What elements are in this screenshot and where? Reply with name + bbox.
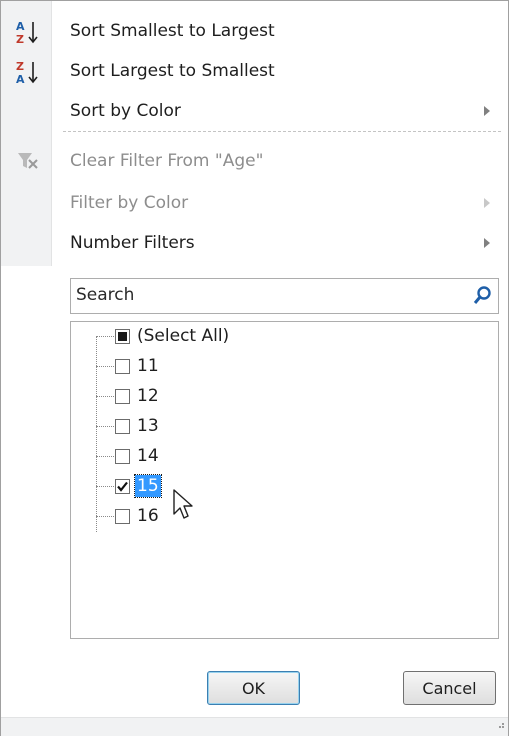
clear-filter-icon xyxy=(17,151,39,176)
sort-by-color-label: Sort by Color xyxy=(70,101,181,121)
list-item[interactable]: 15 xyxy=(71,474,491,499)
svg-text:Z: Z xyxy=(16,60,24,73)
submenu-arrow-icon xyxy=(484,198,490,208)
filter-dropdown-panel: A Z Sort Smallest to Largest Z A Sort La… xyxy=(0,0,509,736)
list-item[interactable]: 11 xyxy=(71,355,491,379)
list-item[interactable]: 14 xyxy=(71,445,491,469)
partial-check-mark xyxy=(118,332,127,341)
svg-text:A: A xyxy=(16,73,25,86)
cancel-button[interactable]: Cancel xyxy=(403,671,496,705)
number-filters-item[interactable]: Number Filters xyxy=(1,223,508,263)
select-all-row[interactable]: (Select All) xyxy=(71,325,491,349)
clear-filter-item: Clear Filter From "Age" xyxy=(1,141,508,181)
resize-footer xyxy=(1,717,508,736)
svg-text:Z: Z xyxy=(16,33,24,46)
list-item-label: 12 xyxy=(137,386,159,406)
check-mark-icon xyxy=(117,481,128,492)
filter-by-color-label: Filter by Color xyxy=(70,193,189,213)
list-item-label: 13 xyxy=(137,416,159,436)
sort-largest-to-smallest-label: Sort Largest to Smallest xyxy=(70,61,275,81)
list-item-checkbox[interactable] xyxy=(115,479,130,494)
sort-by-color-item[interactable]: Sort by Color xyxy=(1,91,508,131)
list-item-checkbox[interactable] xyxy=(115,389,130,404)
sort-z-to-a-icon: Z A xyxy=(15,58,41,91)
resize-grip-icon[interactable] xyxy=(495,714,505,734)
list-item-label: 11 xyxy=(137,356,159,376)
sort-smallest-to-largest-item[interactable]: A Z Sort Smallest to Largest xyxy=(1,11,508,51)
list-item[interactable]: 16 xyxy=(71,505,491,529)
list-item-checkbox[interactable] xyxy=(115,509,130,524)
list-item[interactable]: 12 xyxy=(71,385,491,409)
select-all-checkbox[interactable] xyxy=(115,329,130,344)
sort-a-to-z-icon: A Z xyxy=(15,18,41,51)
list-item[interactable]: 13 xyxy=(71,415,491,439)
submenu-arrow-icon xyxy=(484,238,490,248)
list-item-label: 16 xyxy=(137,506,159,526)
filter-by-color-item: Filter by Color xyxy=(1,183,508,223)
list-item-label: 14 xyxy=(137,446,159,466)
number-filters-label: Number Filters xyxy=(70,233,195,253)
search-box xyxy=(70,278,499,314)
list-item-checkbox[interactable] xyxy=(115,419,130,434)
search-input[interactable] xyxy=(74,282,458,308)
list-item-label: (Select All) xyxy=(137,326,230,346)
list-item-label: 15 xyxy=(134,474,162,498)
sort-largest-to-smallest-item[interactable]: Z A Sort Largest to Smallest xyxy=(1,51,508,91)
mouse-pointer-icon xyxy=(172,488,194,527)
list-item-checkbox[interactable] xyxy=(115,359,130,374)
sort-smallest-to-largest-label: Sort Smallest to Largest xyxy=(70,21,275,41)
list-item-checkbox[interactable] xyxy=(115,449,130,464)
svg-text:A: A xyxy=(16,20,25,33)
value-checklist: (Select All) 11 12 13 14 15 16 xyxy=(70,321,499,639)
search-icon[interactable] xyxy=(473,285,493,310)
ok-button[interactable]: OK xyxy=(207,671,300,705)
clear-filter-label: Clear Filter From "Age" xyxy=(70,151,264,171)
menu-separator xyxy=(63,131,501,132)
submenu-arrow-icon xyxy=(484,106,490,116)
